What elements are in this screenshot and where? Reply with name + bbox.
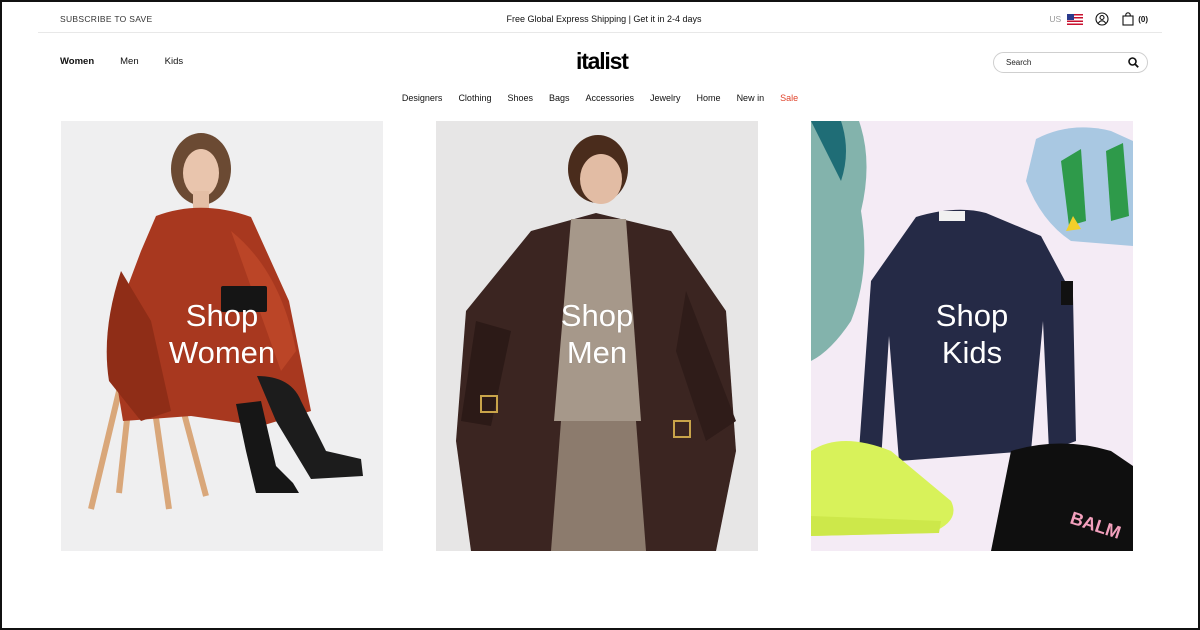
- nav-bags[interactable]: Bags: [549, 93, 570, 103]
- search-input[interactable]: [1006, 58, 1126, 67]
- nav-women[interactable]: Women: [60, 56, 94, 67]
- shop-women-tile[interactable]: Shop Women: [61, 121, 383, 551]
- header-divider: [38, 32, 1162, 33]
- nav-home[interactable]: Home: [697, 93, 721, 103]
- subscribe-link[interactable]: SUBSCRIBE TO SAVE: [60, 14, 153, 24]
- search-box: [993, 52, 1148, 73]
- cart-count: (0): [1138, 14, 1148, 24]
- nav-shoes[interactable]: Shoes: [507, 93, 533, 103]
- us-flag-icon: [1067, 13, 1084, 25]
- top-right-actions: US (0): [1049, 12, 1148, 26]
- shop-kids-tile[interactable]: BALM Shop Kids: [811, 121, 1133, 551]
- shop-kids-line2: Kids: [941, 335, 1003, 370]
- cart-button[interactable]: (0): [1121, 12, 1148, 26]
- country-code: US: [1049, 14, 1062, 24]
- country-selector[interactable]: US: [1049, 13, 1084, 25]
- nav-designers[interactable]: Designers: [402, 93, 443, 103]
- nav-sale[interactable]: Sale: [780, 93, 798, 103]
- shop-men-line2: Men: [566, 335, 628, 370]
- shop-men-tile[interactable]: Shop Men: [436, 121, 758, 551]
- nav-men[interactable]: Men: [120, 56, 138, 67]
- nav-clothing[interactable]: Clothing: [458, 93, 491, 103]
- shop-kids-line1: Shop: [935, 298, 1009, 333]
- category-nav: Designers Clothing Shoes Bags Accessorie…: [0, 93, 1200, 103]
- user-icon[interactable]: [1095, 12, 1109, 26]
- shipping-banner: Free Global Express Shipping | Get it in…: [506, 14, 702, 24]
- top-bar: SUBSCRIBE TO SAVE Free Global Express Sh…: [60, 10, 1148, 28]
- nav-jewelry[interactable]: Jewelry: [650, 93, 681, 103]
- nav-accessories[interactable]: Accessories: [586, 93, 635, 103]
- shop-men-label: Shop Men: [436, 297, 758, 371]
- nav-kids[interactable]: Kids: [165, 56, 183, 67]
- search-icon[interactable]: [1126, 56, 1140, 70]
- gender-nav: Women Men Kids: [60, 56, 183, 67]
- shop-kids-label: Shop Kids: [811, 297, 1133, 371]
- site-logo[interactable]: italist: [576, 48, 629, 75]
- shop-women-line1: Shop: [185, 298, 259, 333]
- nav-new-in[interactable]: New in: [737, 93, 765, 103]
- shop-women-label: Shop Women: [61, 297, 383, 371]
- shop-women-line2: Women: [168, 335, 276, 370]
- shopping-bag-icon: [1121, 12, 1135, 26]
- shop-men-line1: Shop: [560, 298, 634, 333]
